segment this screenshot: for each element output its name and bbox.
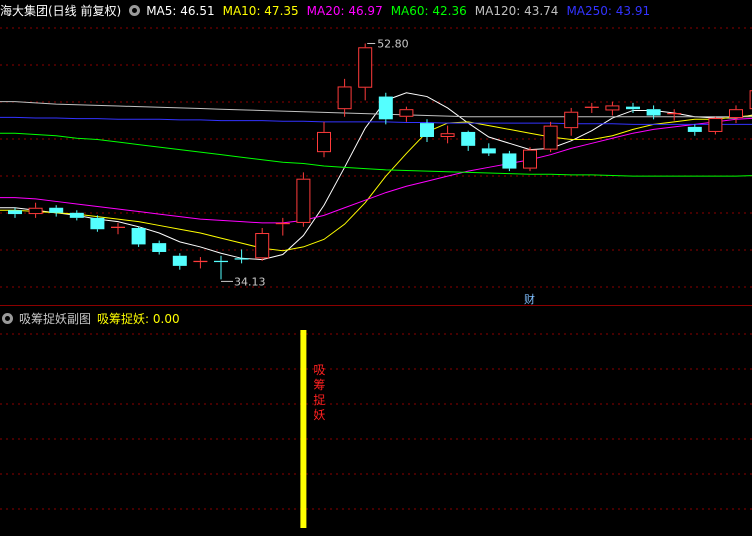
candle xyxy=(296,172,311,227)
candle xyxy=(8,207,22,218)
ma-line-ma20 xyxy=(0,116,752,224)
ma-label: MA120: 43.74 xyxy=(474,4,559,18)
candle xyxy=(358,43,373,101)
candle xyxy=(275,217,290,236)
indicator-grid xyxy=(0,333,752,510)
candle-body-up xyxy=(255,233,270,259)
ma-line-ma60 xyxy=(0,132,752,177)
ma-label: MA10: 47.35 xyxy=(222,4,299,18)
candle-body-down xyxy=(626,106,640,110)
candle-body-down xyxy=(90,217,105,230)
candle xyxy=(687,124,702,136)
financial-report-marker[interactable]: 财 xyxy=(524,292,535,306)
indicator-value: 吸筹捉妖: 0.00 xyxy=(97,312,180,326)
chart-canvas: 52.80 34.13 财 吸筹捉妖 xyxy=(0,27,752,528)
candle xyxy=(131,226,146,247)
candle xyxy=(523,147,537,172)
candle xyxy=(234,249,249,264)
ma-label: MA5: 46.51 xyxy=(146,4,215,18)
candle-body-up xyxy=(440,133,455,137)
indicator-name: 吸筹捉妖副图 xyxy=(19,312,92,326)
ma-label: MA250: 43.91 xyxy=(566,4,651,18)
candle-body-up xyxy=(399,109,414,117)
candle xyxy=(111,222,125,235)
candle xyxy=(255,227,270,261)
ma-line-ma10 xyxy=(0,112,752,252)
candle-body-up xyxy=(543,125,558,150)
candle xyxy=(626,102,640,113)
candle-body-up xyxy=(708,118,723,132)
indicator-header: 吸筹捉妖副图 吸筹捉妖: 0.00 xyxy=(0,310,186,328)
signal-bar xyxy=(300,330,307,528)
candle-body-up xyxy=(28,207,43,215)
panel-divider xyxy=(0,305,752,306)
candle xyxy=(440,125,455,144)
candle-body-up xyxy=(296,178,311,223)
candle-body-up xyxy=(564,111,579,129)
candle-body-down xyxy=(461,131,476,146)
candle-body-down xyxy=(49,207,64,213)
candle-body-down xyxy=(234,258,249,260)
candle xyxy=(152,240,167,255)
candle-body-down xyxy=(69,212,84,218)
candle-body-down xyxy=(378,96,393,120)
price-grid xyxy=(0,27,752,288)
ma-label: MA20: 46.97 xyxy=(306,4,383,18)
candle-body-up xyxy=(523,149,537,169)
settings-gear-icon[interactable] xyxy=(129,5,141,16)
candle-body-down xyxy=(214,260,228,263)
stock-title: 海大集团(日线 前复权) xyxy=(0,4,122,18)
main-chart-header: 海大集团(日线 前复权) MA5: 46.51 MA10: 47.35 MA20: 4… xyxy=(0,2,664,20)
candle xyxy=(193,257,208,269)
candle xyxy=(337,78,352,117)
candle xyxy=(317,121,331,158)
candle-body-down xyxy=(502,153,517,169)
candle xyxy=(49,205,64,217)
candle xyxy=(481,143,496,156)
ma-label: MA60: 42.36 xyxy=(390,4,467,18)
candle-body-down xyxy=(687,126,702,132)
indicator-signal: 吸筹捉妖 xyxy=(300,330,325,528)
indicator-settings-gear-icon[interactable] xyxy=(2,313,13,324)
candle xyxy=(502,150,517,172)
ma-line-ma250 xyxy=(0,116,752,125)
candle xyxy=(729,105,743,124)
candle-body-down xyxy=(481,148,496,154)
candle xyxy=(543,121,558,153)
candle-body-down xyxy=(172,255,187,266)
candle xyxy=(461,130,476,151)
candle xyxy=(667,109,682,121)
candle xyxy=(28,202,43,218)
low-price-label: 34.13 xyxy=(234,275,266,288)
candle xyxy=(399,106,414,122)
candle-body-up xyxy=(337,86,352,110)
candle xyxy=(564,107,579,136)
candle xyxy=(69,210,84,221)
candle xyxy=(605,101,620,116)
price-annotations: 52.80 34.13 财 xyxy=(221,37,535,306)
candle-body-down xyxy=(131,227,146,245)
candle xyxy=(584,102,599,113)
candle xyxy=(378,92,393,125)
candle xyxy=(172,253,187,270)
candle-body-up xyxy=(605,105,620,111)
candle-body-down xyxy=(420,123,434,137)
candle-body-down xyxy=(152,243,167,252)
candle-body-up xyxy=(317,131,331,153)
candle xyxy=(214,255,228,280)
candlestick-series xyxy=(8,43,752,280)
ma-legend: MA5: 46.51 MA10: 47.35 MA20: 46.97 MA60: 42… xyxy=(146,4,658,18)
moving-average-lines xyxy=(0,92,752,261)
high-price-label: 52.80 xyxy=(377,37,409,50)
candle-body-down xyxy=(646,109,661,116)
candle-body-up xyxy=(729,109,743,119)
candle-body-up xyxy=(358,47,373,88)
candle xyxy=(708,116,723,135)
candle-body-down xyxy=(8,210,22,215)
signal-label: 吸筹捉妖 xyxy=(313,363,325,422)
